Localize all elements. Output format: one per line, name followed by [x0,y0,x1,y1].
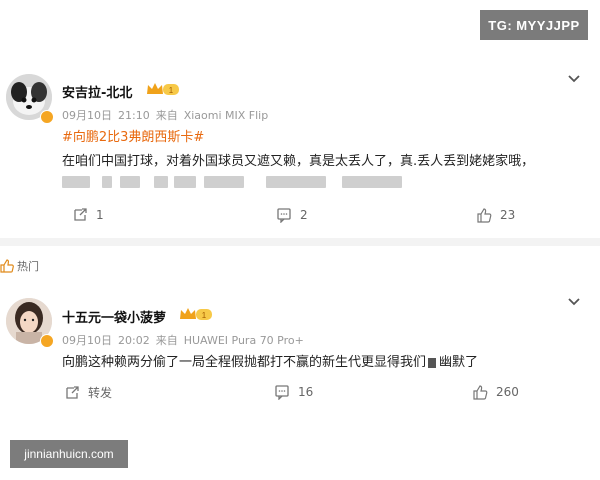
like-button[interactable]: 260 [472,384,519,400]
thumbs-up-icon [477,208,492,223]
post-content: 向鹏这种赖两分偷了一局全程假抛都打不赢的新生代更显得我们 幽默了 [62,355,479,370]
comment-icon [275,385,289,400]
watermark-site: jinnianhuicn.com [10,440,128,468]
repost-button[interactable]: 1 [72,207,104,223]
blurred-content [62,172,422,190]
svg-text:1: 1 [169,86,174,95]
post-meta: 09月10日 21:10 来自 Xiaomi MIX Flip [62,109,269,122]
post-actions: 1 2 23 [0,207,600,227]
comment-icon [277,208,291,223]
thumbs-up-small-icon [0,259,14,273]
verified-badge-icon [40,110,54,124]
hot-section-label: 热门 [0,258,39,274]
vip-crown-icon: 1 [180,308,212,320]
post-meta: 09月10日 20:02 来自 HUAWEI Pura 70 Pro+ [62,334,304,347]
thumbs-up-icon [473,385,488,400]
divider [0,238,600,246]
svg-text:1: 1 [202,311,207,320]
watermark-badge: TG: MYYJJPP [480,10,588,40]
vip-crown-icon: 1 [147,83,179,95]
repost-icon [66,385,79,399]
chevron-down-icon[interactable] [566,71,582,87]
comment-button[interactable]: 2 [276,207,308,223]
verified-badge-icon [40,334,54,348]
repost-icon [74,208,87,221]
username[interactable]: 十五元一袋小菠萝 [62,307,166,326]
blurred-char [428,357,437,368]
post-content: 在咱们中国打球，对着外国球员又遮又赖，真是太丢人了，真.丢人丢到姥姥家哦， [62,154,535,169]
like-button[interactable]: 23 [476,207,515,223]
topic-hashtag[interactable]: #向鹏2比3弗朗西斯卡# [62,126,204,145]
chevron-down-icon[interactable] [566,294,582,310]
username[interactable]: 安吉拉-北北 [62,82,132,101]
comment-button[interactable]: 16 [274,384,313,400]
post-actions: 转发 16 260 [0,384,600,404]
repost-button[interactable]: 转发 [64,384,112,401]
